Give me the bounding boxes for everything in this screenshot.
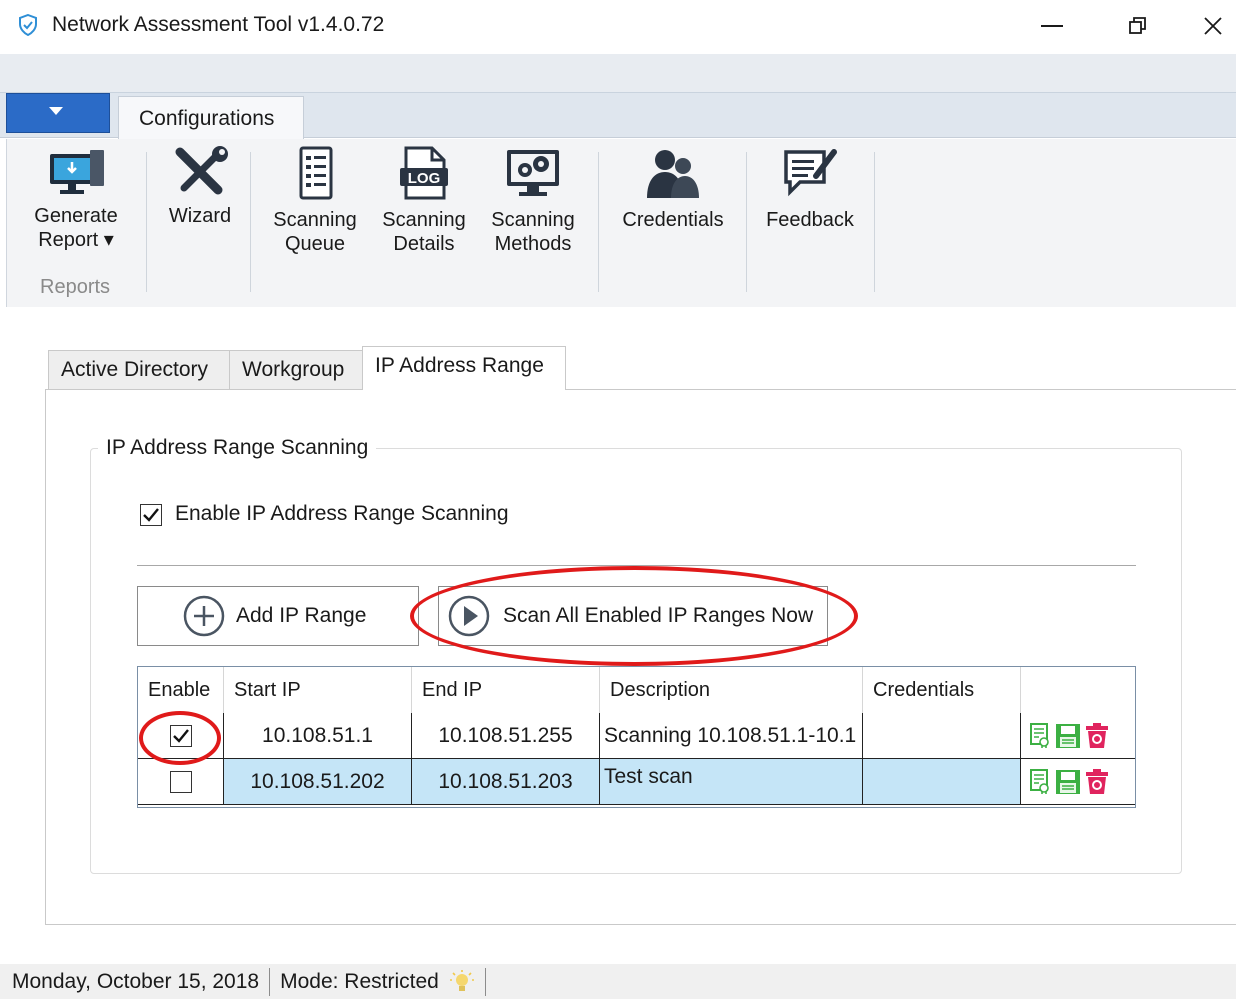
- section-divider: [137, 565, 1136, 566]
- column-header-end-ip[interactable]: End IP: [412, 667, 600, 713]
- scanning-details-button[interactable]: LOG Scanning Details: [374, 146, 474, 256]
- table-row[interactable]: 10.108.51.202 10.108.51.203 Test scan: [138, 759, 1135, 805]
- row-enable-checkbox[interactable]: [169, 724, 192, 747]
- status-separator: [269, 967, 271, 996]
- log-file-icon: LOG: [400, 146, 448, 200]
- column-header-description[interactable]: Description: [600, 667, 863, 713]
- feedback-icon: [784, 149, 837, 197]
- delete-icon[interactable]: [1085, 768, 1109, 795]
- plus-circle-icon: [183, 595, 225, 637]
- ribbon-header: [0, 54, 1236, 92]
- scanning-queue-label-1: Scanning: [273, 209, 357, 231]
- gears-monitor-icon: [507, 150, 559, 196]
- tab-active-directory[interactable]: Active Directory: [48, 350, 230, 390]
- reports-group-label: Reports: [40, 276, 111, 298]
- scan-all-ranges-label: Scan All Enabled IP Ranges Now: [503, 604, 814, 627]
- status-mode: Mode: Restricted: [280, 969, 439, 993]
- certificate-icon[interactable]: [1029, 768, 1051, 795]
- minimize-icon: [1041, 25, 1063, 27]
- checkmark-icon: [143, 508, 159, 522]
- groupbox-title: IP Address Range Scanning: [98, 436, 377, 460]
- credentials-button[interactable]: Credentials: [612, 146, 734, 232]
- scanning-queue-button[interactable]: Scanning Queue: [264, 146, 366, 256]
- tab-ip-address-range[interactable]: IP Address Range: [362, 346, 566, 390]
- ribbon-separator: [146, 152, 147, 292]
- save-icon[interactable]: [1055, 769, 1081, 795]
- scanning-methods-label-2: Methods: [494, 233, 572, 255]
- end-ip-cell[interactable]: 10.108.51.255: [412, 713, 600, 759]
- column-header-start-ip[interactable]: Start IP: [224, 667, 412, 713]
- feedback-button[interactable]: Feedback: [758, 146, 862, 232]
- shield-check-icon: [19, 14, 37, 36]
- queue-list-icon: [299, 146, 333, 200]
- window-title: Network Assessment Tool v1.4.0.72: [52, 13, 385, 36]
- generate-report-label-2: Report ▾: [38, 229, 114, 251]
- feedback-label: Feedback: [766, 209, 854, 231]
- play-circle-icon: [448, 595, 490, 637]
- credentials-cell[interactable]: [863, 759, 1021, 805]
- delete-icon[interactable]: [1085, 722, 1109, 749]
- status-date: Monday, October 15, 2018: [12, 969, 260, 993]
- tools-wizard-icon: [175, 146, 228, 195]
- row-actions-cell: [1021, 713, 1135, 759]
- scanning-details-label-2: Details: [393, 233, 455, 255]
- generate-report-button[interactable]: Generate Report ▾: [24, 146, 128, 252]
- enable-ip-range-label: Enable IP Address Range Scanning: [175, 502, 509, 525]
- enable-cell: [138, 759, 224, 805]
- certificate-icon[interactable]: [1029, 722, 1051, 749]
- tab-configurations[interactable]: Configurations: [118, 96, 304, 140]
- scan-all-ranges-button[interactable]: Scan All Enabled IP Ranges Now: [438, 586, 828, 646]
- start-ip-cell[interactable]: 10.108.51.1: [224, 713, 412, 759]
- add-ip-range-label: Add IP Range: [236, 604, 367, 627]
- scanning-methods-label-1: Scanning: [491, 209, 575, 231]
- tab-workgroup[interactable]: Workgroup: [229, 350, 363, 390]
- title-bar: Network Assessment Tool v1.4.0.72: [0, 0, 1236, 54]
- users-icon: [647, 150, 699, 198]
- restore-icon: [1129, 17, 1146, 34]
- row-actions-cell: [1021, 759, 1135, 805]
- scanning-queue-label-2: Queue: [284, 233, 346, 255]
- status-separator: [484, 967, 486, 996]
- enable-ip-range-checkbox[interactable]: [140, 504, 162, 526]
- status-bar: Monday, October 15, 2018 Mode: Restricte…: [0, 964, 1236, 999]
- ip-range-grid: Enable Start IP End IP Description Crede…: [137, 666, 1136, 808]
- ribbon-separator: [874, 152, 875, 292]
- table-row[interactable]: 10.108.51.1 10.108.51.255 Scanning 10.10…: [138, 713, 1135, 759]
- description-cell[interactable]: Test scan: [600, 759, 863, 805]
- ribbon-separator: [598, 152, 599, 292]
- ribbon-separator: [746, 152, 747, 292]
- scanning-details-label-1: Scanning: [382, 209, 466, 231]
- save-icon[interactable]: [1055, 723, 1081, 749]
- minimize-button[interactable]: [1022, 4, 1082, 48]
- scanning-methods-button[interactable]: Scanning Methods: [482, 146, 584, 256]
- monitor-report-icon: [50, 150, 104, 194]
- checkmark-icon: [172, 728, 189, 743]
- close-icon: [1204, 17, 1222, 35]
- enable-cell: [138, 713, 224, 759]
- ribbon-separator: [250, 152, 251, 292]
- lightbulb-icon: [449, 969, 474, 991]
- start-ip-cell[interactable]: 10.108.51.202: [224, 759, 412, 805]
- chevron-down-icon: [49, 107, 63, 115]
- wizard-label: Wizard: [168, 205, 232, 227]
- application-menu-button[interactable]: [6, 93, 110, 133]
- add-ip-range-button[interactable]: Add IP Range: [137, 586, 419, 646]
- close-button[interactable]: [1190, 4, 1236, 48]
- row-enable-checkbox[interactable]: [169, 770, 192, 793]
- wizard-button[interactable]: Wizard: [158, 146, 242, 228]
- description-cell[interactable]: Scanning 10.108.51.1-10.1: [600, 713, 863, 759]
- credentials-cell[interactable]: [863, 713, 1021, 759]
- column-header-credentials[interactable]: Credentials: [863, 667, 1021, 713]
- restore-button[interactable]: [1108, 4, 1168, 48]
- generate-report-label-1: Generate: [34, 205, 118, 227]
- column-header-actions: [1021, 667, 1135, 713]
- svg-text:LOG: LOG: [408, 170, 441, 187]
- end-ip-cell[interactable]: 10.108.51.203: [412, 759, 600, 805]
- credentials-label: Credentials: [622, 209, 724, 231]
- column-header-enable[interactable]: Enable: [138, 667, 224, 713]
